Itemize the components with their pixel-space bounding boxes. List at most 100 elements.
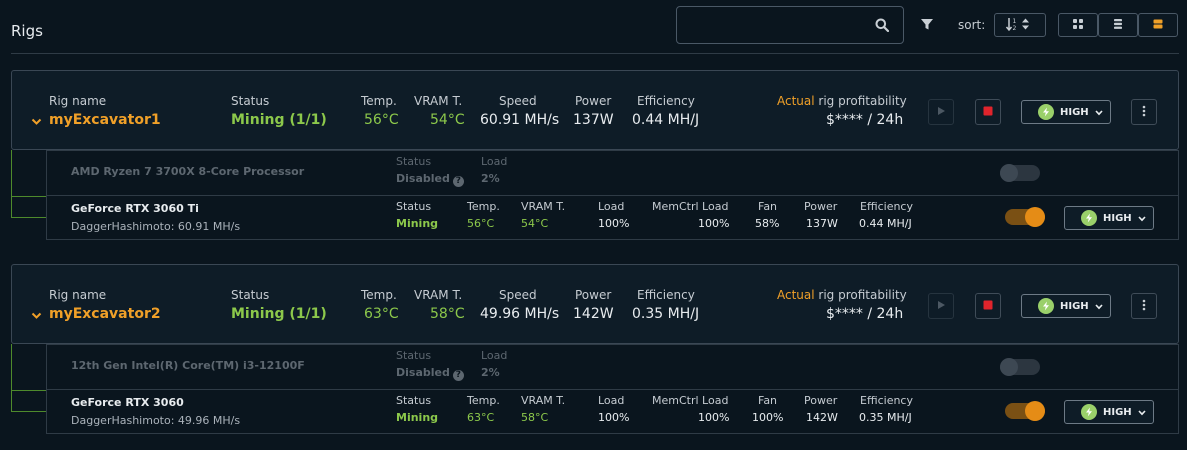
device-load: 100% <box>598 217 630 230</box>
help-icon[interactable]: ? <box>452 370 464 381</box>
power-mode-label: HIGH <box>1103 406 1132 418</box>
stop-button[interactable] <box>975 99 1001 125</box>
device-row-gpu[interactable]: GeForce RTX 3060 DaggerHashimoto: 49.96 … <box>46 389 1179 434</box>
device-row-cpu[interactable]: AMD Ryzen 7 3700X 8-Core Processor Statu… <box>46 150 1179 196</box>
more-options-button[interactable] <box>1131 293 1157 319</box>
power-mode-button[interactable]: HIGH <box>1021 294 1111 318</box>
device-enable-toggle[interactable] <box>1005 401 1045 421</box>
tree-connector <box>11 150 47 196</box>
device-row-gpu[interactable]: GeForce RTX 3060 Ti DaggerHashimoto: 60.… <box>46 195 1179 240</box>
chevron-down-icon <box>1138 211 1146 225</box>
stop-button[interactable] <box>975 293 1001 319</box>
more-options-button[interactable] <box>1131 99 1157 125</box>
device-fan: 58% <box>755 217 780 230</box>
bolt-icon <box>1038 298 1054 314</box>
device-load-label: Load <box>481 349 508 362</box>
rig-profitability-label: rig profitability <box>814 94 907 108</box>
power-mode-button[interactable]: HIGH <box>1021 100 1111 124</box>
bolt-icon <box>1081 210 1097 226</box>
toggle-knob <box>1025 207 1045 227</box>
rig-efficiency: 0.35 MH/J <box>632 306 700 322</box>
filter-icon[interactable] <box>920 17 934 34</box>
device-name: GeForce RTX 3060 <box>71 396 184 409</box>
chevron-down-icon <box>1095 299 1103 313</box>
chevron-down-icon[interactable] <box>31 115 42 129</box>
rig-temp: 56°C <box>364 112 399 128</box>
vram-temp-label: VRAM T. <box>414 94 463 108</box>
help-icon[interactable]: ? <box>452 176 464 187</box>
compact-view-button[interactable] <box>1138 13 1178 37</box>
device-temp-label: Temp. <box>467 200 500 213</box>
power-mode-label: HIGH <box>1060 106 1089 118</box>
svg-text:2: 2 <box>1013 25 1017 32</box>
temp-label: Temp. <box>361 288 397 302</box>
rig-profitability: $**** / 24h <box>826 306 904 322</box>
device-power: 137W <box>806 217 838 230</box>
rig-speed: 60.91 MH/s <box>480 112 560 128</box>
device-vram-temp-label: VRAM T. <box>521 394 566 407</box>
list-view-icon <box>1112 18 1124 33</box>
device-enable-toggle[interactable] <box>1000 164 1040 182</box>
rig-header[interactable]: Rig name myExcavator2 Status Mining (1/1… <box>11 264 1179 344</box>
rig-name-label: Rig name <box>49 288 107 302</box>
rig-card: Rig name myExcavator2 Status Mining (1/1… <box>11 264 1179 434</box>
device-row-cpu[interactable]: 12th Gen Intel(R) Core(TM) i3-12100F Sta… <box>46 344 1179 390</box>
device-memctrl-load: 100% <box>698 411 730 424</box>
header-divider <box>11 53 1179 54</box>
device-enable-toggle[interactable] <box>1000 358 1040 376</box>
device-memctrl-load: 100% <box>698 217 730 230</box>
device-vram-temp-label: VRAM T. <box>521 200 566 213</box>
rig-name[interactable]: myExcavator2 <box>49 306 161 322</box>
device-status-label: Status <box>396 200 432 213</box>
device-efficiency: 0.44 MH/J <box>859 217 912 230</box>
grid-view-icon <box>1072 18 1084 33</box>
chevron-down-icon <box>1095 105 1103 119</box>
tree-connector <box>11 196 47 197</box>
rig-card: Rig name myExcavator1 Status Mining (1/1… <box>11 70 1179 240</box>
device-enable-toggle[interactable] <box>1005 207 1045 227</box>
device-load: 100% <box>598 411 630 424</box>
sort-button[interactable]: 1 2 <box>994 13 1046 37</box>
list-view-button[interactable] <box>1098 13 1138 37</box>
start-button[interactable] <box>928 293 954 319</box>
device-load-label: Load <box>598 200 625 213</box>
grid-view-button[interactable] <box>1058 13 1098 37</box>
efficiency-label: Efficiency <box>637 94 695 108</box>
rig-header[interactable]: Rig name myExcavator1 Status Mining (1/1… <box>11 70 1179 150</box>
rig-profitability-label: rig profitability <box>814 288 907 302</box>
device-status: Mining <box>396 217 439 230</box>
profitability-label: Actual rig profitability <box>777 94 907 108</box>
power-mode-button[interactable]: HIGH <box>1064 206 1154 230</box>
start-button[interactable] <box>928 99 954 125</box>
device-load: 2% <box>481 366 500 379</box>
device-fan: 100% <box>752 411 784 424</box>
rig-status: Mining (1/1) <box>231 306 327 322</box>
vram-temp-label: VRAM T. <box>414 288 463 302</box>
play-icon <box>936 105 946 119</box>
more-icon <box>1142 299 1146 314</box>
rig-name-label: Rig name <box>49 94 107 108</box>
device-status-text: Disabled <box>396 366 450 379</box>
chevron-down-icon[interactable] <box>31 309 42 323</box>
bolt-icon <box>1081 404 1097 420</box>
device-load: 2% <box>481 172 500 185</box>
rig-name[interactable]: myExcavator1 <box>49 112 161 128</box>
search-icon[interactable] <box>875 18 890 35</box>
device-vram-temp: 54°C <box>521 217 549 230</box>
actual-label: Actual <box>777 288 815 302</box>
device-status-label: Status <box>396 349 432 362</box>
device-memctrl-label: MemCtrl Load <box>652 200 729 213</box>
top-bar: Rigs sort: 1 2 <box>0 0 1187 54</box>
bolt-icon <box>1038 104 1054 120</box>
device-vram-temp: 58°C <box>521 411 549 424</box>
efficiency-label: Efficiency <box>637 288 695 302</box>
rig-vram-temp: 54°C <box>430 112 465 128</box>
sort-icon: 1 2 <box>1005 16 1034 35</box>
more-icon <box>1142 105 1146 120</box>
device-name: AMD Ryzen 7 3700X 8-Core Processor <box>71 165 305 178</box>
power-mode-button[interactable]: HIGH <box>1064 400 1154 424</box>
device-efficiency: 0.35 MH/J <box>859 411 912 424</box>
search-input[interactable] <box>676 6 904 44</box>
speed-label: Speed <box>499 288 537 302</box>
play-icon <box>936 299 946 313</box>
